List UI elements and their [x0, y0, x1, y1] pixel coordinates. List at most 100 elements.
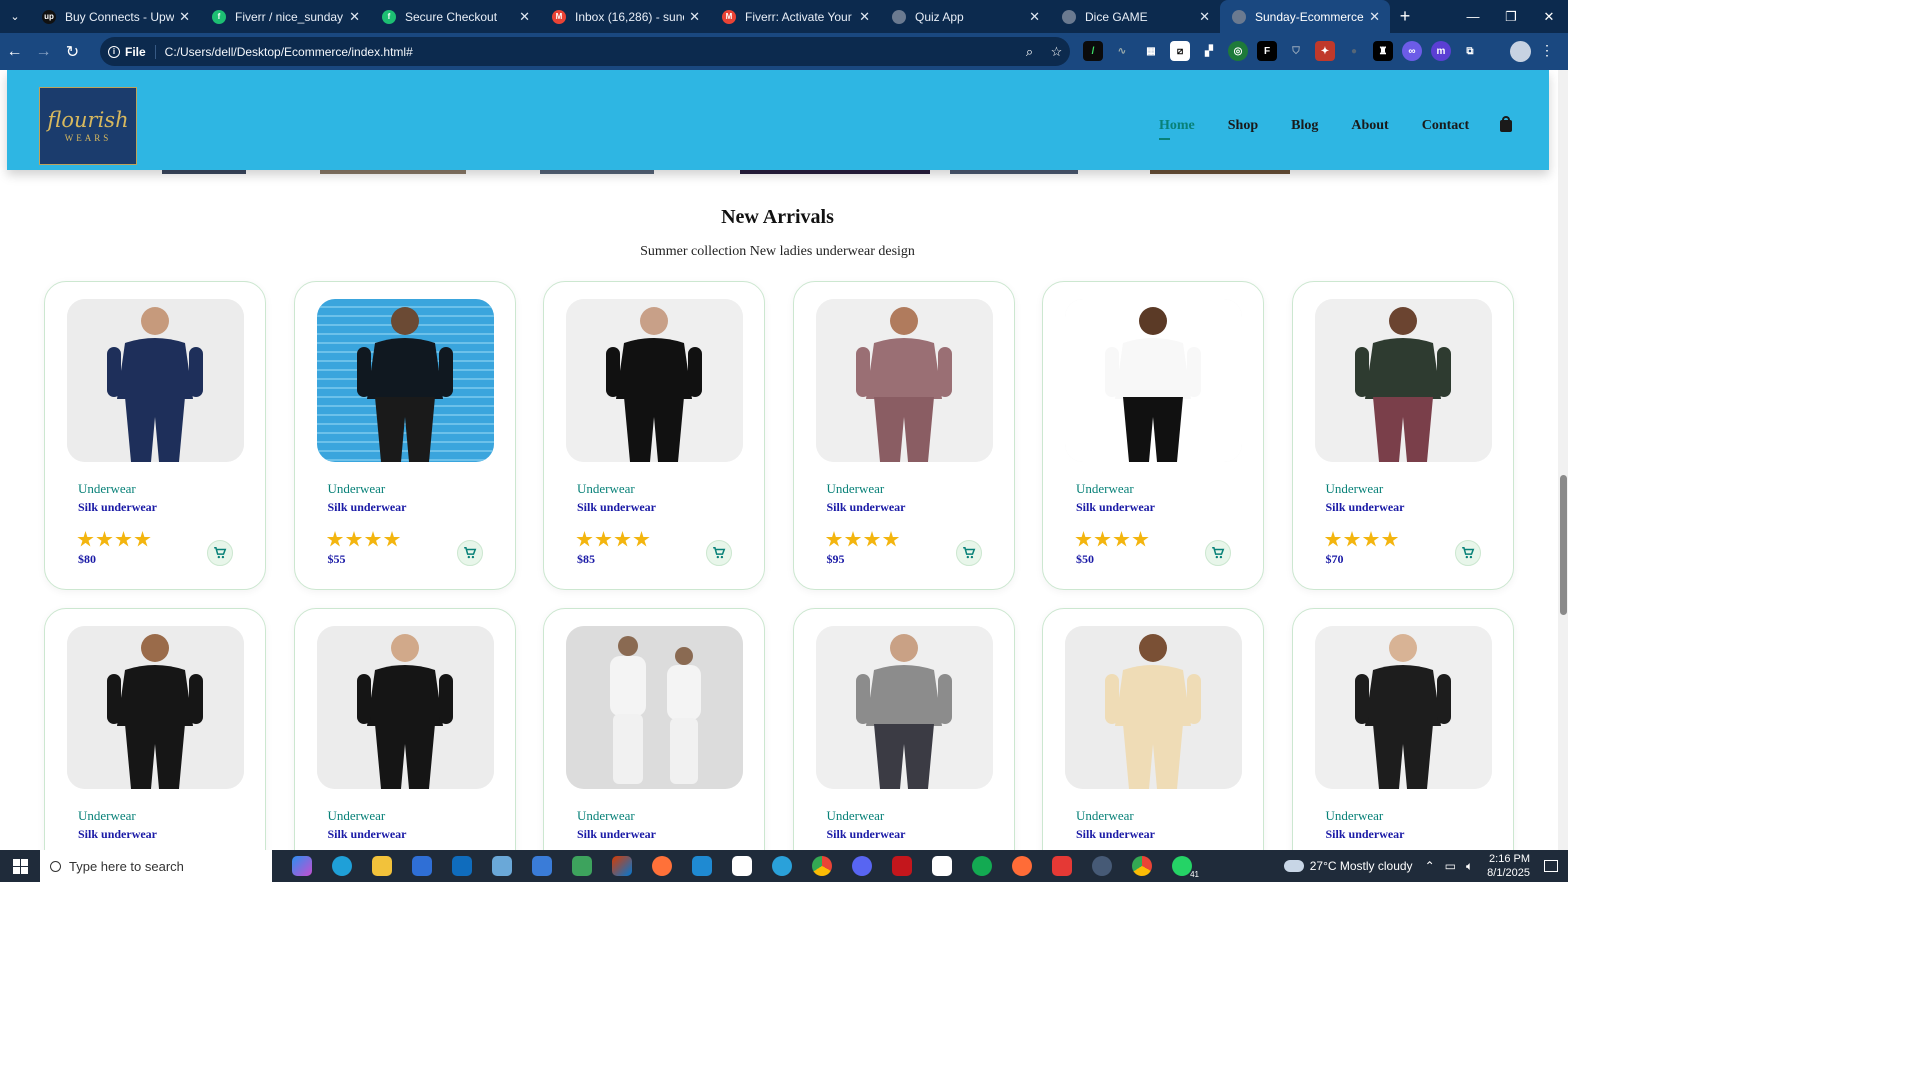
- tab-close-icon[interactable]: ✕: [1029, 9, 1040, 25]
- product-image[interactable]: [67, 299, 244, 462]
- extension-icon[interactable]: ∿: [1112, 41, 1132, 61]
- tab-close-icon[interactable]: ✕: [1369, 9, 1380, 25]
- tab-close-icon[interactable]: ✕: [1199, 9, 1210, 25]
- restore-button[interactable]: ❐: [1492, 0, 1530, 33]
- store-app-icon[interactable]: [402, 850, 442, 882]
- extension-icon[interactable]: ♜: [1373, 41, 1393, 61]
- product-card[interactable]: Underwear Silk underwear $70: [1291, 281, 1514, 590]
- profile-avatar[interactable]: [1510, 41, 1531, 62]
- chrome-app-icon[interactable]: [802, 850, 842, 882]
- extension-icon[interactable]: ∞: [1402, 41, 1422, 61]
- tab-close-icon[interactable]: ✕: [859, 9, 870, 25]
- product-card[interactable]: Underwear Silk underwear $55: [293, 281, 516, 590]
- extension-icon[interactable]: ▞: [1199, 41, 1219, 61]
- site-info-chip[interactable]: i File: [108, 44, 156, 59]
- product-image[interactable]: [1065, 626, 1242, 789]
- forward-button[interactable]: →: [29, 33, 58, 70]
- product-image[interactable]: [316, 299, 494, 462]
- start-button[interactable]: [0, 850, 40, 882]
- tab-search-button[interactable]: ⌄: [0, 0, 30, 33]
- product-image[interactable]: [815, 626, 993, 789]
- product-card[interactable]: Underwear Silk underwear $80: [44, 281, 266, 590]
- tab-close-icon[interactable]: ✕: [179, 9, 190, 25]
- wps-app-icon[interactable]: [1042, 850, 1082, 882]
- discord-app-icon[interactable]: [842, 850, 882, 882]
- extension-icon[interactable]: F: [1257, 41, 1277, 61]
- mongodb-app-icon[interactable]: [962, 850, 1002, 882]
- tab-close-icon[interactable]: ✕: [519, 9, 530, 25]
- zoom-icon[interactable]: ⌕: [1016, 44, 1043, 60]
- app-icon[interactable]: [722, 850, 762, 882]
- m365-app-icon[interactable]: [602, 850, 642, 882]
- product-card[interactable]: Underwear Silk underwear: [543, 608, 765, 850]
- tab-close-icon[interactable]: ✕: [349, 9, 360, 25]
- weather-widget[interactable]: 27°C Mostly cloudy: [1283, 859, 1413, 873]
- product-card[interactable]: Underwear Silk underwear: [293, 608, 516, 850]
- copilot-app-icon[interactable]: [282, 850, 322, 882]
- page-scrollbar[interactable]: [1558, 70, 1568, 850]
- browser-tab[interactable]: Quiz App ✕: [880, 0, 1050, 33]
- shopping-bag-icon[interactable]: [1500, 116, 1513, 132]
- browser-tab[interactable]: f Fiverr / nice_sunday / Edit ✕: [200, 0, 370, 33]
- add-to-cart-button[interactable]: [1205, 540, 1231, 566]
- extension-icon[interactable]: /: [1083, 41, 1103, 61]
- back-button[interactable]: ←: [0, 33, 29, 70]
- puzzle-icon[interactable]: ⧉: [1460, 41, 1480, 61]
- product-image[interactable]: [1314, 299, 1492, 462]
- vscode-app-icon[interactable]: [682, 850, 722, 882]
- extension-icon[interactable]: ⛉: [1286, 41, 1306, 61]
- app-icon[interactable]: [522, 850, 562, 882]
- extension-icon[interactable]: ✦: [1315, 41, 1335, 61]
- nav-link-shop[interactable]: Shop: [1228, 118, 1258, 134]
- app-icon[interactable]: [562, 850, 602, 882]
- url-text[interactable]: C:/Users/dell/Desktop/Ecommerce/index.ht…: [165, 45, 1016, 59]
- product-image[interactable]: [566, 299, 743, 462]
- volume-icon[interactable]: 🔈︎: [1466, 859, 1473, 874]
- extension-icon[interactable]: ⧄: [1170, 41, 1190, 61]
- clock[interactable]: 2:16 PM 8/1/2025: [1487, 852, 1530, 880]
- product-card[interactable]: Underwear Silk underwear $50: [1042, 281, 1264, 590]
- extension-icon[interactable]: ●: [1344, 41, 1364, 61]
- nav-link-blog[interactable]: Blog: [1291, 118, 1318, 134]
- reload-button[interactable]: ↻: [58, 33, 87, 70]
- tray-chevron-icon[interactable]: ⌃: [1425, 859, 1435, 873]
- menu-kebab-icon[interactable]: ⋮: [1540, 42, 1554, 59]
- battery-icon[interactable]: ▭: [1445, 859, 1456, 873]
- product-image[interactable]: [1065, 299, 1242, 462]
- browser-tab[interactable]: M Fiverr: Activate Your New ✕: [710, 0, 880, 33]
- product-image[interactable]: [67, 626, 244, 789]
- whatsapp-app-icon[interactable]: 41: [1162, 850, 1202, 882]
- browser-tab[interactable]: up Buy Connects - Upwork ✕: [30, 0, 200, 33]
- nav-link-about[interactable]: About: [1351, 118, 1388, 134]
- app-icon[interactable]: [922, 850, 962, 882]
- product-card[interactable]: Underwear Silk underwear: [1042, 608, 1264, 850]
- minimize-button[interactable]: —: [1454, 0, 1492, 33]
- firefox-app-icon[interactable]: [642, 850, 682, 882]
- notepad-app-icon[interactable]: [482, 850, 522, 882]
- notification-icon[interactable]: [1544, 860, 1558, 872]
- telegram-app-icon[interactable]: [762, 850, 802, 882]
- extension-icon[interactable]: m: [1431, 41, 1451, 61]
- product-image[interactable]: [566, 626, 743, 789]
- app-icon[interactable]: [882, 850, 922, 882]
- product-image[interactable]: [1314, 626, 1492, 789]
- edge-app-icon[interactable]: [322, 850, 362, 882]
- tab-close-icon[interactable]: ✕: [689, 9, 700, 25]
- add-to-cart-button[interactable]: [456, 540, 483, 566]
- add-to-cart-button[interactable]: [207, 540, 233, 566]
- new-tab-button[interactable]: +: [1390, 0, 1420, 33]
- add-to-cart-button[interactable]: [706, 540, 732, 566]
- bookmark-star-icon[interactable]: ☆: [1043, 44, 1070, 60]
- wordpress-app-icon[interactable]: [1082, 850, 1122, 882]
- extension-icon[interactable]: ▦: [1141, 41, 1161, 61]
- add-to-cart-button[interactable]: [1454, 540, 1481, 566]
- nav-link-home[interactable]: Home: [1159, 118, 1195, 140]
- taskbar-search[interactable]: Type here to search: [40, 850, 272, 882]
- product-card[interactable]: Underwear Silk underwear: [1291, 608, 1514, 850]
- outlook-app-icon[interactable]: [442, 850, 482, 882]
- product-card[interactable]: Underwear Silk underwear: [792, 608, 1015, 850]
- product-card[interactable]: Underwear Silk underwear $85: [543, 281, 765, 590]
- product-image[interactable]: [815, 299, 993, 462]
- product-card[interactable]: Underwear Silk underwear: [44, 608, 266, 850]
- postman-app-icon[interactable]: [1002, 850, 1042, 882]
